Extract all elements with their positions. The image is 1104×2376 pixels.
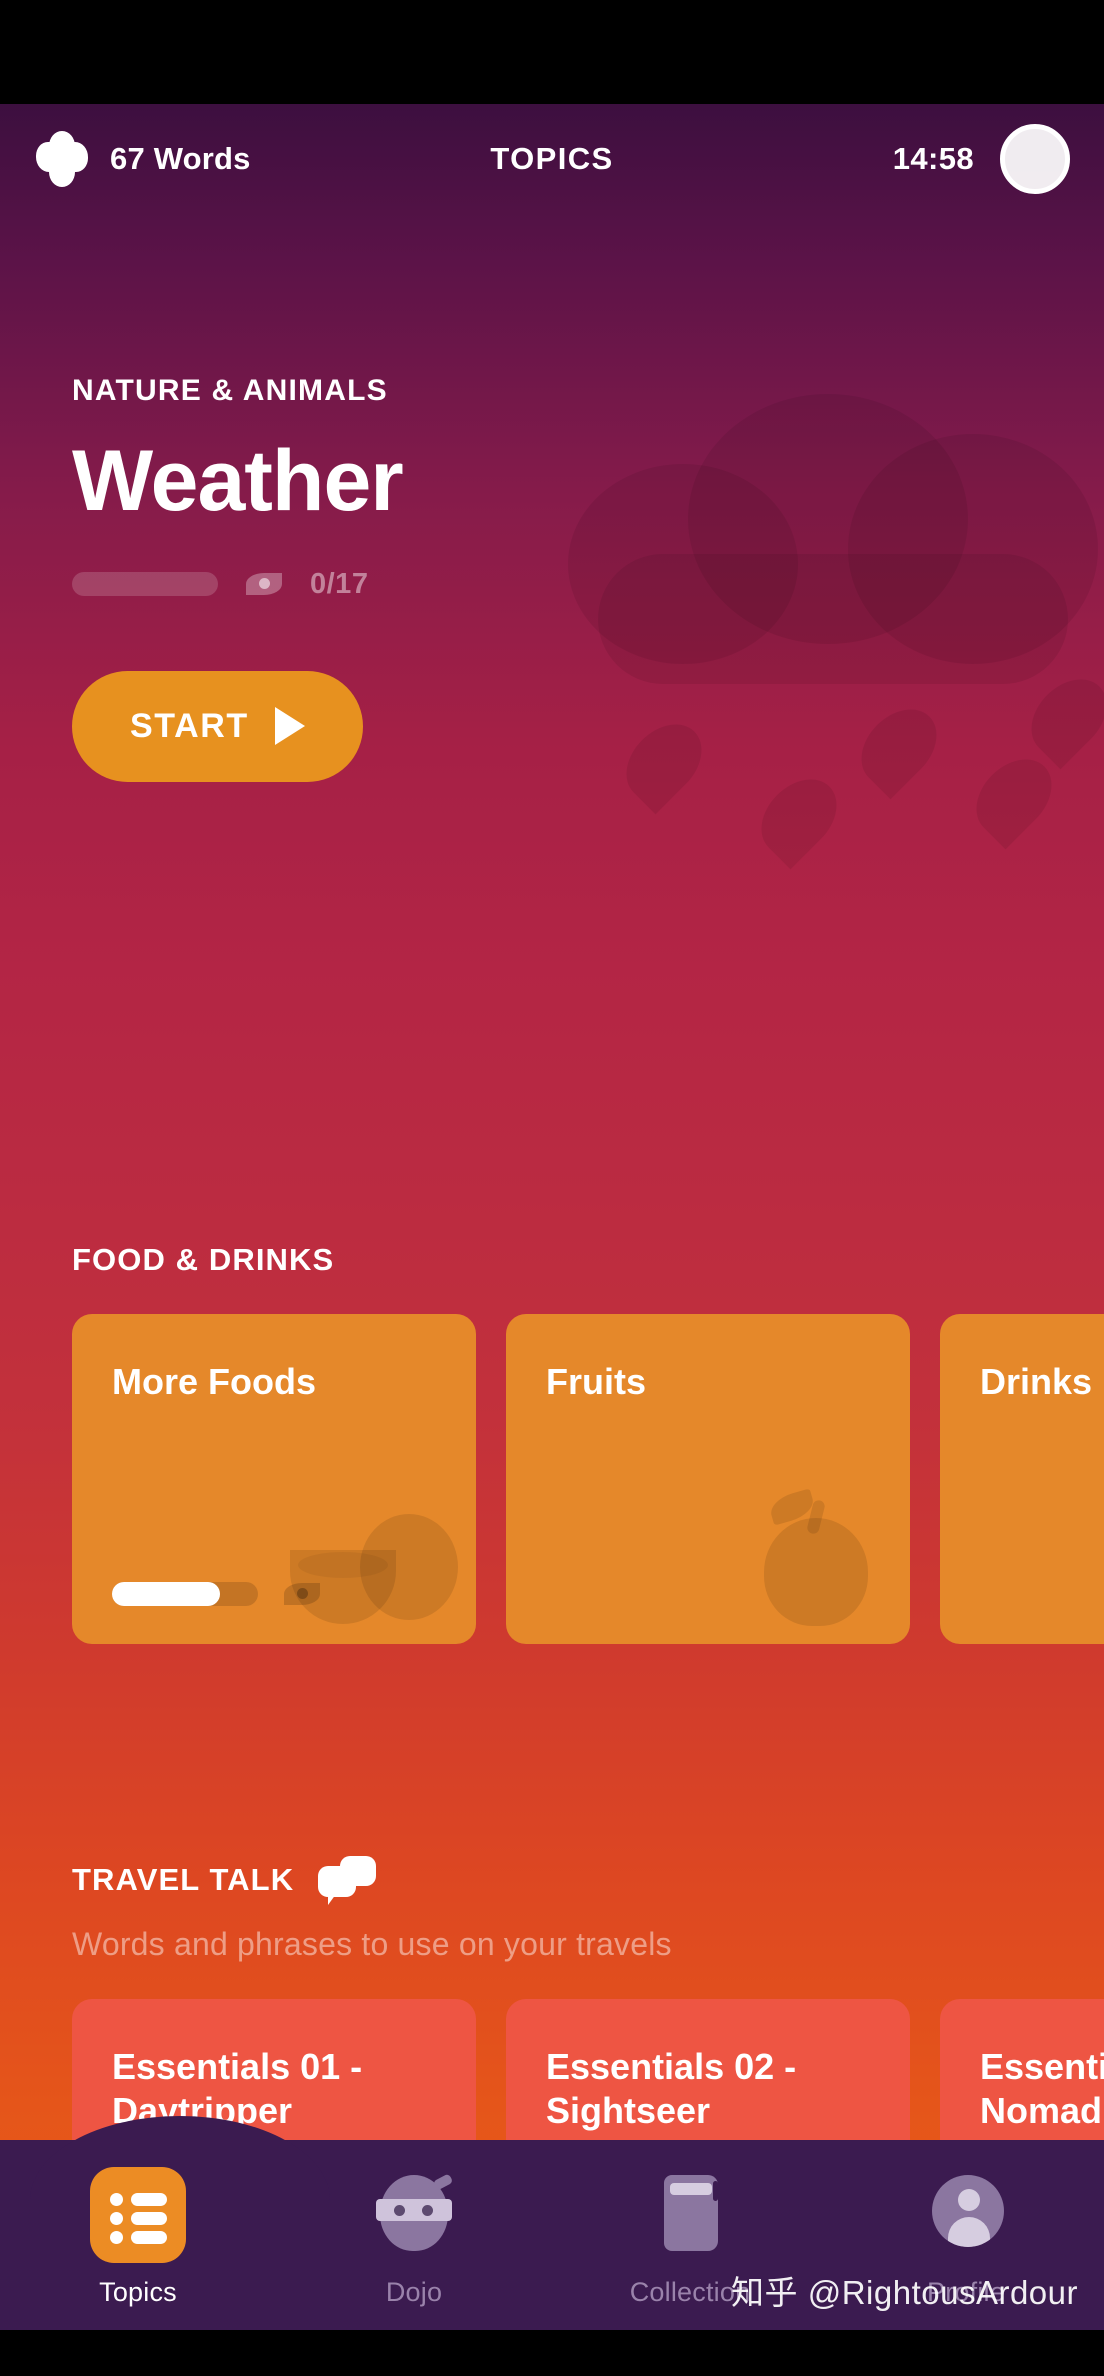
coconut-icon (268, 1480, 458, 1630)
topic-card-title: Fruits (546, 1361, 647, 1402)
topic-card[interactable]: Fruits (506, 1314, 910, 1644)
speech-bubbles-icon (318, 1856, 377, 1905)
topic-card-title: Drinks (980, 1361, 1093, 1402)
topic-card-title: Essentials 02 - Sightseer (546, 2046, 797, 2131)
app-screen: NATURE & ANIMALS Weather 0/17 START FOOD… (0, 0, 1104, 2376)
nav-label: Profile (927, 2276, 1005, 2307)
list-icon (90, 2166, 186, 2263)
nav-item-profile[interactable]: Profile (828, 2167, 1104, 2308)
words-count-label: 67 Words (110, 141, 251, 176)
ninja-icon (366, 2167, 462, 2263)
hero-progress-label: 0/17 (310, 567, 369, 600)
nav-label: Collection (629, 2276, 751, 2307)
topic-card[interactable]: More Foods (72, 1314, 476, 1644)
card-progress-fill (112, 1582, 221, 1606)
hero-progress: 0/17 (72, 568, 1032, 601)
avatar[interactable] (1000, 124, 1070, 194)
card-rail-food[interactable]: More Foods Fruits Drinks (0, 1314, 1104, 1644)
section-subtitle: Words and phrases to use on your travels (72, 1926, 672, 1962)
apple-icon (702, 1480, 892, 1630)
person-icon (918, 2167, 1014, 2263)
status-bar-notch (0, 0, 1104, 104)
app-header: 67 Words TOPICS 14:58 (0, 104, 1104, 214)
clover-flower-icon (34, 131, 90, 187)
card-progress (112, 1582, 320, 1606)
section-title-text: FOOD & DRINKS (72, 1242, 335, 1277)
book-icon (642, 2167, 738, 2263)
section-title: TRAVEL TALK (0, 1856, 1104, 1905)
nav-item-topics[interactable]: Topics (0, 2166, 276, 2308)
featured-topic-hero: NATURE & ANIMALS Weather 0/17 START (0, 374, 1104, 782)
start-button[interactable]: START (72, 670, 363, 782)
section-title: FOOD & DRINKS (0, 1242, 1104, 1278)
topic-card-title: More Foods (112, 1361, 316, 1402)
nav-label: Dojo (385, 2276, 443, 2307)
clock-label: 14:58 (892, 141, 974, 176)
nav-item-dojo[interactable]: Dojo (276, 2167, 552, 2308)
header-right-group: 14:58 (740, 124, 1070, 194)
nav-label: Topics (99, 2276, 177, 2307)
hero-progress-track (72, 572, 218, 597)
hero-category-label: NATURE & ANIMALS (72, 374, 388, 407)
page-title: TOPICS (490, 141, 614, 176)
bottom-navigation: Topics Dojo Collection Profile (0, 2116, 1104, 2376)
home-indicator-area (0, 2330, 1104, 2376)
hero-topic-title: Weather (72, 433, 404, 529)
section-title-text: TRAVEL TALK (72, 1862, 295, 1897)
nav-item-collection[interactable]: Collection (552, 2167, 828, 2308)
eye-icon (246, 573, 282, 596)
eye-icon (284, 1583, 320, 1605)
header-left-group[interactable]: 67 Words (34, 131, 364, 187)
start-button-label: START (130, 706, 249, 745)
play-triangle-icon (274, 707, 305, 746)
card-progress-track (112, 1582, 258, 1606)
topic-card[interactable]: Drinks (940, 1314, 1104, 1644)
scroll-surface[interactable]: NATURE & ANIMALS Weather 0/17 START FOOD… (0, 104, 1104, 2376)
section-food-and-drinks: FOOD & DRINKS More Foods Fruits Drinks (0, 1242, 1104, 1644)
topic-card-title: Essentials 03 - Nomad (980, 2046, 1104, 2131)
